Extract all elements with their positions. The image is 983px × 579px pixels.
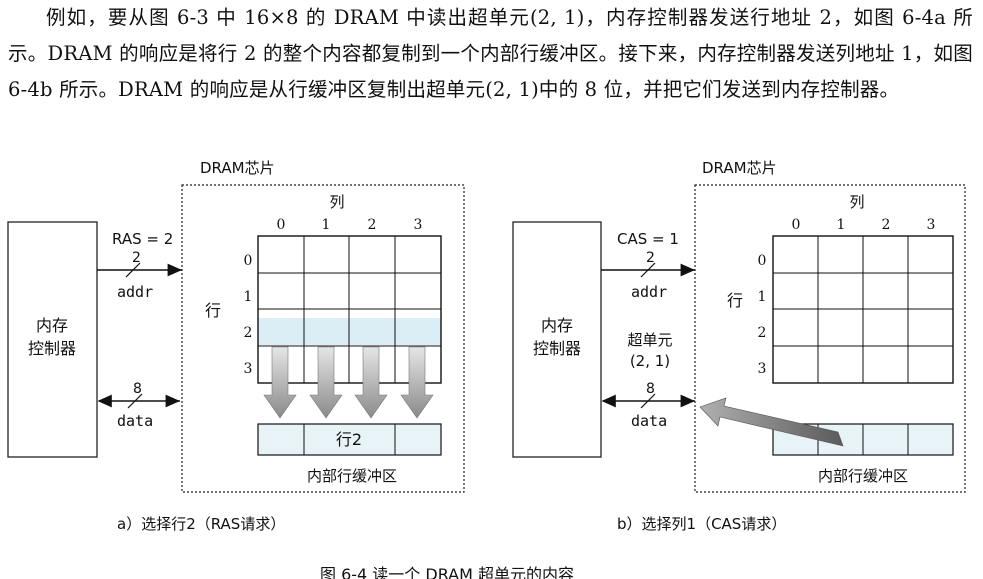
column-index: 3 [414, 217, 423, 233]
row-title: 行 [205, 301, 221, 320]
data-label: data [117, 412, 153, 430]
column-title: 列 [849, 193, 864, 211]
supercell-grid [772, 235, 954, 384]
cas-signal-label: CAS = 1 [617, 230, 679, 248]
row-index: 0 [758, 253, 767, 269]
addr-label: addr [631, 283, 667, 301]
row-indices: 0 1 2 3 [758, 253, 767, 377]
controller-label-line1: 内存 [36, 316, 68, 335]
row-indices: 0 1 2 3 [244, 253, 253, 377]
row-buffer-label: 内部行缓冲区 [307, 467, 397, 485]
column-indices: 0 1 2 3 [277, 217, 423, 233]
dram-figure: DRAM芯片 内存 控制器 RAS = 2 2 addr 8 data 列 行 … [7, 159, 966, 579]
addr-label: addr [117, 283, 153, 301]
panel-caption: b）选择列1（CAS请求） [617, 515, 786, 533]
column-index: 0 [277, 217, 286, 233]
row-title: 行 [727, 291, 743, 310]
panel-b: DRAM芯片 内存 控制器 CAS = 1 2 addr 超单元 (2, 1) … [512, 159, 966, 533]
row-index: 1 [758, 289, 767, 305]
column-index: 2 [368, 217, 377, 233]
column-index: 0 [792, 217, 801, 233]
data-label: data [631, 412, 667, 430]
supercell-label-line2: (2, 1) [630, 352, 670, 370]
column-title: 列 [329, 193, 344, 211]
chip-label: DRAM芯片 [702, 159, 777, 177]
row-buffer-label: 内部行缓冲区 [818, 467, 908, 485]
supercell-copy-arrow [699, 397, 844, 447]
column-index: 2 [882, 217, 891, 233]
panel-caption: a）选择行2（RAS请求） [117, 515, 285, 533]
column-index: 3 [927, 217, 936, 233]
supercell-label-line1: 超单元 [627, 331, 672, 349]
row-index: 0 [244, 253, 253, 269]
chip-label: DRAM芯片 [200, 159, 275, 177]
column-index: 1 [322, 217, 331, 233]
figure-caption: 图 6-4 读一个 DRAM 超单元的内容 [320, 565, 574, 579]
row-index: 1 [244, 289, 253, 305]
controller-label-line1: 内存 [541, 316, 573, 335]
column-indices: 0 1 2 3 [792, 217, 936, 233]
row-index: 2 [244, 325, 253, 341]
controller-label-line2: 控制器 [28, 339, 76, 358]
ras-signal-label: RAS = 2 [112, 230, 173, 248]
column-index: 1 [837, 217, 846, 233]
panel-a: DRAM芯片 内存 控制器 RAS = 2 2 addr 8 data 列 行 … [7, 159, 465, 533]
row-index: 3 [758, 361, 767, 377]
row-index: 3 [244, 361, 253, 377]
row-buffer-content: 行2 [336, 430, 362, 449]
row-index: 2 [758, 325, 767, 341]
controller-label-line2: 控制器 [533, 339, 581, 358]
